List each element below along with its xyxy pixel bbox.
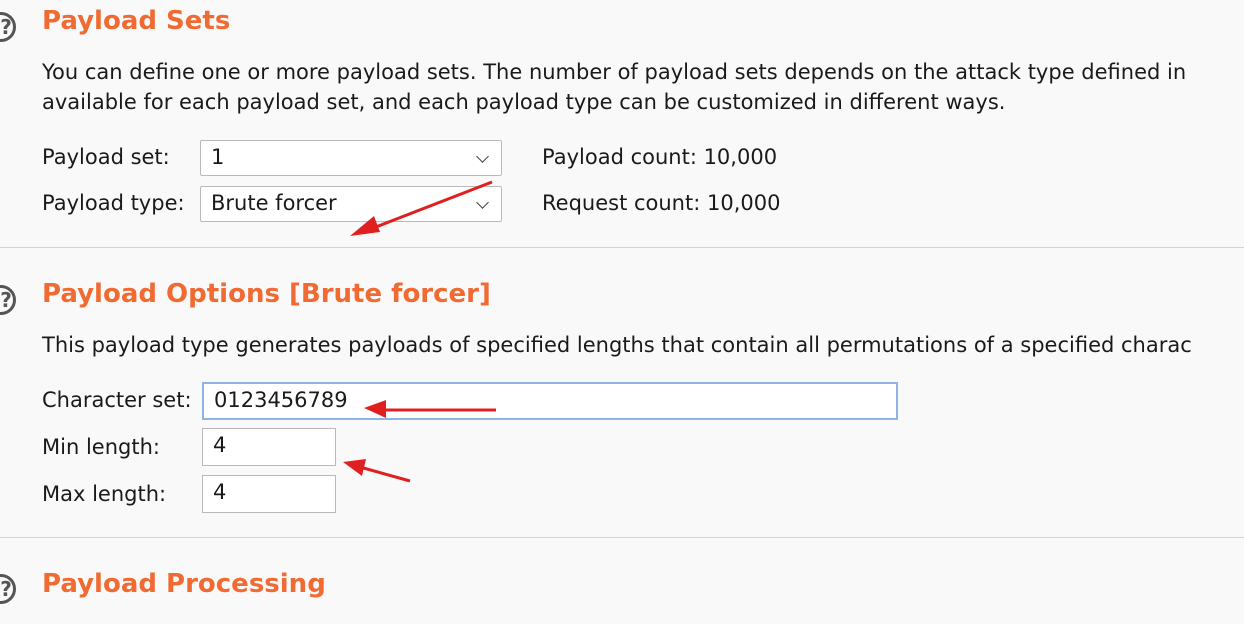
section-title-payload-options: Payload Options [Brute forcer] [42,279,491,309]
help-icon[interactable]: ? [0,285,16,315]
payload-sets-description-line2: available for each payload set, and each… [42,90,1006,114]
help-icon[interactable]: ? [0,12,16,42]
section-title-payload-sets: Payload Sets [42,6,231,36]
payload-sets-description-line1: You can define one or more payload sets.… [42,60,1187,84]
payload-type-value: Brute forcer [211,191,337,215]
payload-options-section: ? Payload Options [Brute forcer] This pa… [0,248,1244,537]
payload-set-value: 1 [211,145,225,169]
min-length-input[interactable]: 4 [202,428,336,466]
payload-type-select[interactable]: Brute forcer [200,186,502,222]
payload-sets-section: ? Payload Sets You can define one or mor… [0,0,1244,248]
burp-intruder-payloads-panel: ? Payload Sets You can define one or mor… [0,0,1244,624]
section-title-payload-processing: Payload Processing [42,569,326,599]
character-set-value: 0123456789 [214,388,348,412]
payload-set-select[interactable]: 1 [200,140,502,176]
payload-type-label: Payload type: [42,191,185,215]
min-length-value: 4 [213,433,227,457]
max-length-value: 4 [213,480,227,504]
character-set-label: Character set: [42,388,192,412]
help-icon[interactable]: ? [0,574,16,604]
max-length-label: Max length: [42,482,167,506]
character-set-input[interactable]: 0123456789 [202,382,898,420]
payload-set-label: Payload set: [42,145,170,169]
payload-processing-section: ? Payload Processing [0,538,1244,624]
min-length-label: Min length: [42,435,160,459]
chevron-down-icon [476,150,489,163]
request-count: Request count: 10,000 [542,191,781,215]
payload-count: Payload count: 10,000 [542,145,778,169]
payload-options-description: This payload type generates payloads of … [42,333,1192,357]
chevron-down-icon [476,196,489,209]
max-length-input[interactable]: 4 [202,475,336,513]
